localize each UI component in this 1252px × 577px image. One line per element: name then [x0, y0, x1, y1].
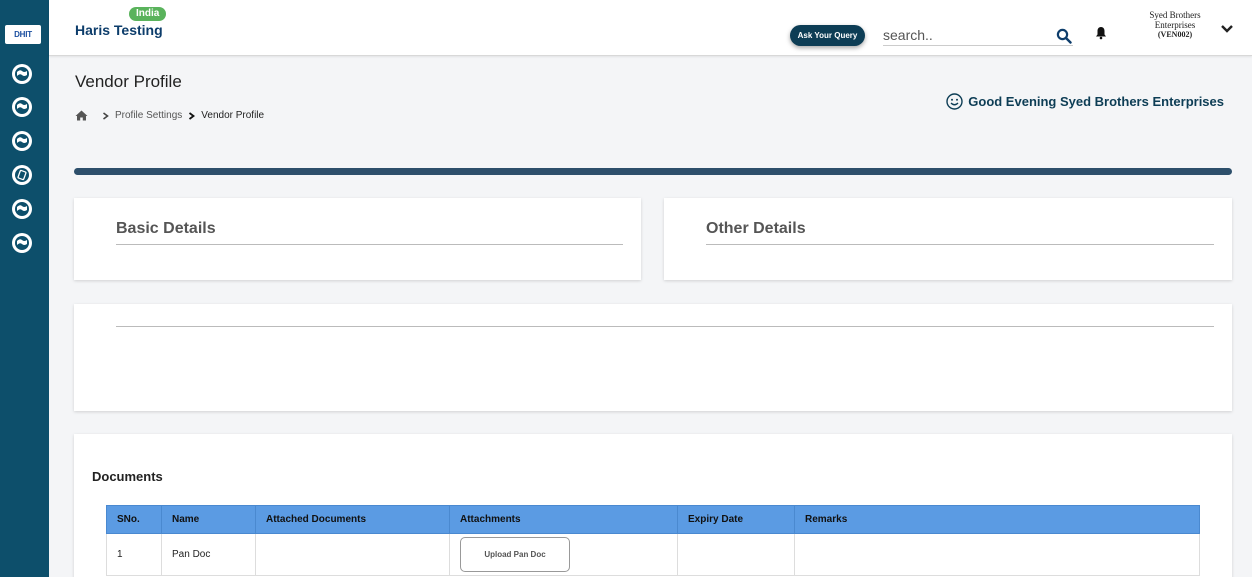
basic-details-card: Basic Details — [74, 198, 641, 280]
search-icon[interactable] — [1056, 28, 1072, 44]
section-divider — [74, 168, 1232, 175]
chevron-down-icon[interactable] — [1220, 24, 1234, 34]
other-details-title: Other Details — [706, 220, 806, 237]
col-attached-documents: Attached Documents — [255, 505, 450, 534]
table-header-row: SNo. Name Attached Documents Attachments… — [106, 505, 1200, 534]
breadcrumb-vendor-profile: Vendor Profile — [201, 110, 265, 121]
user-name-line2: Enterprises — [1154, 20, 1196, 30]
cell-attachments: Upload Pan Doc — [449, 533, 678, 576]
greeting-text: Good Evening Syed Brothers Enterprises — [968, 94, 1224, 109]
sidebar: DHIT — [0, 0, 49, 577]
page-title: Vendor Profile — [75, 72, 182, 91]
cell-name: Pan Doc — [161, 533, 256, 576]
search-bar — [883, 24, 1073, 46]
card-divider — [706, 244, 1214, 245]
table-row: 1 Pan Doc Upload Pan Doc — [106, 533, 1200, 576]
basic-details-title: Basic Details — [116, 220, 216, 237]
col-name: Name — [161, 505, 256, 534]
sidebar-item-4-icon[interactable] — [12, 165, 32, 185]
smile-icon — [946, 93, 963, 110]
sidebar-item-3-icon[interactable] — [12, 131, 32, 151]
upload-pan-doc-button[interactable]: Upload Pan Doc — [460, 537, 570, 572]
home-icon[interactable] — [75, 110, 88, 121]
top-header: India Haris Testing Ask Your Query Syed … — [49, 0, 1252, 56]
ask-query-button[interactable]: Ask Your Query — [790, 25, 865, 46]
app-logo[interactable]: DHIT — [5, 25, 41, 44]
card-divider — [116, 244, 623, 245]
cell-remarks — [794, 533, 1200, 576]
sidebar-item-2-icon[interactable] — [12, 97, 32, 117]
sidebar-item-6-icon[interactable] — [12, 233, 32, 253]
col-attachments: Attachments — [449, 505, 678, 534]
chevron-right-icon — [103, 111, 109, 120]
cell-sno: 1 — [106, 533, 162, 576]
col-expiry-date: Expiry Date — [677, 505, 795, 534]
org-name: Haris Testing — [75, 22, 163, 38]
search-input[interactable] — [883, 24, 1043, 46]
other-details-card: Other Details — [664, 198, 1232, 280]
bell-icon[interactable] — [1094, 26, 1108, 40]
documents-table: SNo. Name Attached Documents Attachments… — [106, 505, 1200, 576]
logo-text: DHIT — [14, 30, 32, 39]
region-badge: India — [129, 7, 167, 21]
sidebar-item-5-icon[interactable] — [12, 199, 32, 219]
col-remarks: Remarks — [794, 505, 1200, 534]
sidebar-item-1-icon[interactable] — [12, 64, 32, 84]
cell-attached — [255, 533, 450, 576]
user-profile[interactable]: Syed Brothers Enterprises (VEN002) — [1141, 10, 1209, 40]
greeting: Good Evening Syed Brothers Enterprises — [946, 93, 1224, 110]
documents-card: Documents SNo. Name Attached Documents A… — [74, 434, 1232, 577]
chevron-right-icon — [189, 111, 196, 120]
card-divider — [116, 326, 1214, 327]
user-name-line1: Syed Brothers — [1149, 10, 1201, 20]
details-card — [74, 304, 1232, 411]
cell-expiry — [677, 533, 795, 576]
user-code: (VEN002) — [1157, 30, 1193, 39]
col-sno: SNo. — [106, 505, 162, 534]
breadcrumb: Profile Settings Vendor Profile — [75, 110, 264, 121]
breadcrumb-profile-settings[interactable]: Profile Settings — [115, 110, 182, 121]
documents-title: Documents — [92, 469, 163, 484]
